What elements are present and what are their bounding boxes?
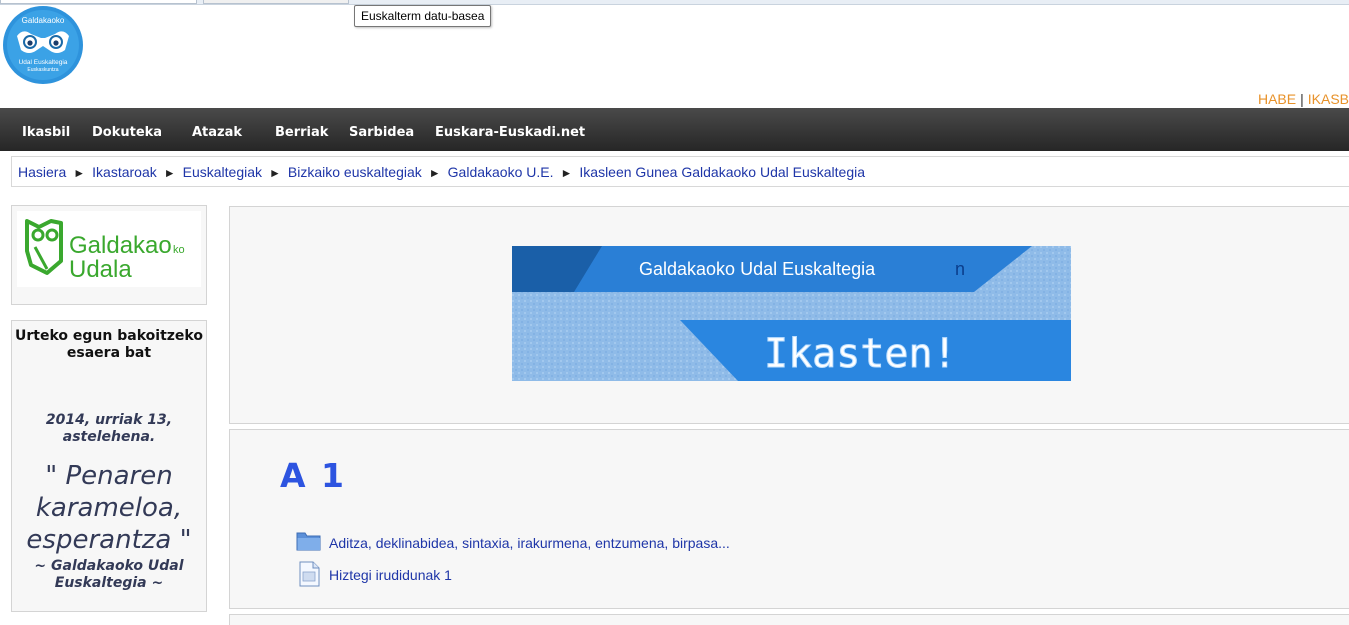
logo-text-2: Udal Euskaltegia — [19, 59, 68, 66]
quote-author: ~ Galdakaoko Udal Euskaltegia ~ — [34, 558, 184, 591]
folder-icon — [296, 532, 321, 551]
course-section-panel: A 1 Aditza, deklinabidea, sintaxia, irak… — [229, 429, 1349, 609]
breadcrumb-bizkaiko[interactable]: Bizkaiko euskaltegiak — [288, 164, 422, 180]
section-title: A 1 — [280, 456, 346, 495]
logo-text-1: Galdakaoko — [22, 16, 65, 25]
site-logo[interactable]: Galdakaoko Udal Euskaltegia Euskaskuntza — [3, 6, 83, 84]
quote-block-title: Urteko egun bakoitzeko esaera bat — [15, 328, 203, 361]
nav-euskara-euskadi[interactable]: Euskara-Euskadi.net — [435, 125, 585, 140]
banner-line1-extra: n — [955, 259, 965, 279]
breadcrumb: Hasiera ► Ikastaroak ► Euskaltegiak ► Bizkaiko… — [11, 156, 1349, 187]
nav-atazak[interactable]: Atazak — [192, 125, 242, 140]
breadcrumb-arrow-icon: ► — [428, 166, 441, 180]
town-logo-block: Galdakao ko Udala — [11, 205, 207, 305]
breadcrumb-hasiera[interactable]: Hasiera — [18, 164, 66, 180]
quote-date: 2014, urriak 13, astelehena. — [45, 412, 173, 445]
next-section-panel — [229, 614, 1349, 625]
nav-ikasbil[interactable]: Ikasbil — [22, 125, 70, 140]
nav-sarbidea[interactable]: Sarbidea — [349, 125, 414, 140]
banner-line2: Ikasten! — [764, 331, 957, 377]
top-links: HABE | IKASB — [1257, 91, 1349, 107]
document-icon — [299, 561, 320, 587]
nav-berriak[interactable]: Berriak — [275, 125, 328, 140]
breadcrumb-arrow-icon: ► — [269, 166, 281, 180]
top-link-habe[interactable]: HABE — [1258, 91, 1296, 107]
nav-dokuteka[interactable]: Dokuteka — [92, 125, 162, 140]
top-link-ikasbil[interactable]: IKASB — [1308, 91, 1349, 107]
quote-text: " Penaren karameloa, esperantza " — [26, 461, 192, 555]
logo-text-3: Euskaskuntza — [27, 67, 58, 73]
main-nav: Ikasbil Dokuteka Atazak Berriak Sarbidea… — [0, 108, 1349, 151]
breadcrumb-euskaltegiak[interactable]: Euskaltegiak — [183, 164, 262, 180]
town-logo-line1: Galdakao — [69, 232, 172, 259]
quote-of-the-day-block: Urteko egun bakoitzeko esaera bat 2014, … — [11, 320, 207, 612]
breadcrumb-arrow-icon: ► — [163, 166, 176, 180]
tooltip: Euskalterm datu-basea — [354, 5, 492, 27]
town-logo[interactable]: Galdakao ko Udala — [17, 211, 201, 287]
breadcrumb-ikasleen-gunea[interactable]: Ikasleen Gunea Galdakaoko Udal Euskalteg… — [579, 164, 865, 180]
town-logo-suffix: ko — [173, 244, 185, 256]
banner-panel: Galdakaoko Udal Euskaltegia n Ikasten! — [229, 206, 1349, 424]
resource-folder-link[interactable]: Aditza, deklinabidea, sintaxia, irakurme… — [329, 535, 730, 551]
town-logo-line2: Udala — [69, 256, 132, 283]
breadcrumb-arrow-icon: ► — [73, 166, 86, 180]
breadcrumb-galdakaoko-ue[interactable]: Galdakaoko U.E. — [448, 164, 554, 180]
banner-line1: Galdakaoko Udal Euskaltegia — [639, 259, 876, 279]
course-banner: Galdakaoko Udal Euskaltegia n Ikasten! — [512, 246, 1071, 381]
breadcrumb-ikastaroak[interactable]: Ikastaroak — [92, 164, 157, 180]
top-toolbar-field[interactable] — [203, 0, 349, 4]
top-search-field[interactable] — [0, 0, 197, 4]
resource-page-link[interactable]: Hiztegi irudidunak 1 — [329, 567, 452, 583]
breadcrumb-arrow-icon: ► — [560, 166, 573, 180]
